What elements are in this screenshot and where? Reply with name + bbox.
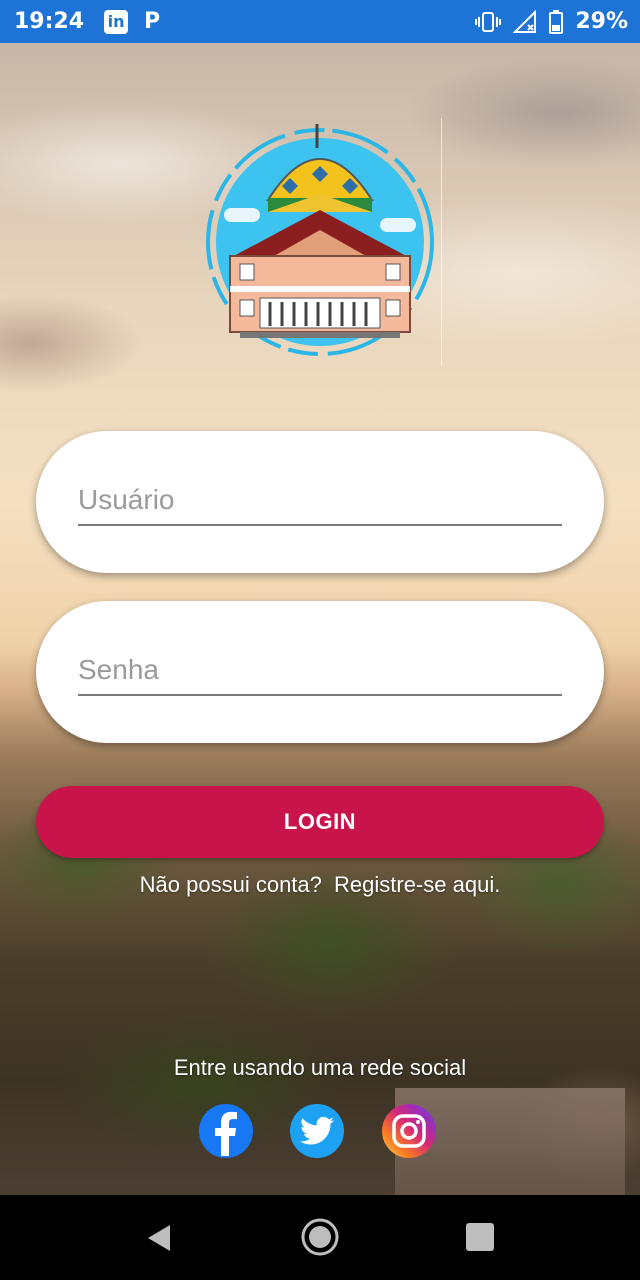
facebook-icon[interactable]	[199, 1104, 253, 1158]
register-link[interactable]: Registre-se aqui.	[334, 872, 500, 897]
recent-apps-icon[interactable]	[466, 1223, 494, 1251]
login-button[interactable]: LOGIN	[36, 786, 604, 858]
twitter-icon[interactable]	[290, 1104, 344, 1158]
status-bar: 19:24 in P 29%	[0, 0, 640, 43]
username-card	[36, 431, 604, 573]
status-time: 19:24	[14, 9, 85, 34]
battery-icon	[549, 9, 564, 34]
social-login-label: Entre usando uma rede social	[173, 1055, 467, 1080]
instagram-icon[interactable]	[382, 1104, 436, 1158]
username-input[interactable]	[78, 476, 562, 526]
register-question: Não possui conta?	[139, 872, 322, 897]
password-input[interactable]	[78, 646, 562, 696]
logo-divider	[441, 118, 442, 366]
battery-percent: 29%	[575, 9, 628, 34]
back-icon[interactable]	[146, 1223, 172, 1258]
vibrate-icon	[475, 10, 502, 34]
parking-icon: P	[144, 9, 161, 34]
navigation-bar	[0, 1195, 640, 1280]
app-logo	[200, 122, 440, 362]
linkedin-icon: in	[104, 9, 129, 34]
status-indicators: 29%	[475, 9, 628, 34]
register-prompt: Não possui conta? Registre-se aqui.	[0, 872, 640, 898]
signal-icon	[513, 9, 537, 34]
home-icon[interactable]	[300, 1217, 340, 1262]
social-buttons	[0, 1104, 640, 1160]
password-card	[36, 601, 604, 743]
